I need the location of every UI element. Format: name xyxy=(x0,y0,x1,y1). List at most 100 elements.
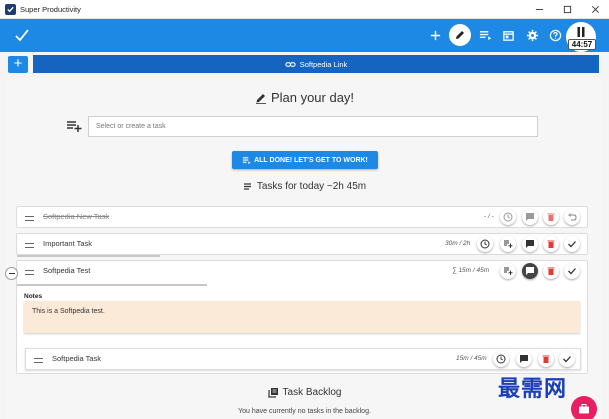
focus-mode-button[interactable] xyxy=(449,24,471,46)
drag-handle-icon[interactable] xyxy=(34,358,43,363)
main-content: Plan your day! Select or create a task A… xyxy=(5,78,603,419)
add-task-toolbar-button[interactable] xyxy=(428,28,442,42)
trash-icon xyxy=(547,240,555,248)
drag-handle-icon[interactable] xyxy=(25,270,34,275)
comment-icon xyxy=(526,267,534,275)
task-time: - / - xyxy=(484,213,494,220)
softpedia-link-bar[interactable]: Softpedia Link xyxy=(33,55,599,73)
task-row[interactable]: Important Task 30m / 2h xyxy=(16,233,588,257)
add-subtask-button[interactable] xyxy=(500,263,516,279)
start-working-label: ALL DONE! LET'S GET TO WORK! xyxy=(254,156,368,164)
delete-button[interactable] xyxy=(543,236,559,252)
backlog-empty-message: You have currently no tasks in the backl… xyxy=(238,408,371,415)
notes-button[interactable] xyxy=(522,236,538,252)
delete-button[interactable] xyxy=(543,209,559,225)
notes-button[interactable] xyxy=(522,209,538,225)
watermark-logo: 最需网 xyxy=(498,376,568,402)
task-title[interactable]: Softpedia New Task xyxy=(43,212,109,221)
timer-countdown: 44:57 xyxy=(568,39,596,50)
task-title[interactable]: Softpedia Test xyxy=(43,266,90,275)
trash-icon xyxy=(542,355,550,363)
maximize-button[interactable] xyxy=(553,0,581,19)
clock-icon xyxy=(503,212,513,222)
pencil-icon xyxy=(456,31,464,39)
backlog-title-text: Task Backlog xyxy=(282,387,342,398)
drag-handle-icon[interactable] xyxy=(25,216,34,221)
check-icon xyxy=(568,268,576,275)
pause-icon xyxy=(577,27,585,37)
mark-done-button[interactable] xyxy=(559,351,575,367)
playlist-add-icon xyxy=(504,267,513,275)
plan-heading: Plan your day! xyxy=(6,90,603,105)
gear-icon xyxy=(526,29,538,41)
notes-label: Notes xyxy=(24,293,43,300)
minimize-button[interactable] xyxy=(525,0,553,19)
link-icon xyxy=(285,61,296,67)
drag-handle-icon[interactable] xyxy=(25,243,34,248)
link-label: Softpedia Link xyxy=(299,59,348,69)
mark-done-button[interactable] xyxy=(564,236,580,252)
task-row-expanded[interactable]: Softpedia Test ∑ 15m / 45m Notes This is… xyxy=(5,260,588,374)
settings-button[interactable] xyxy=(525,28,539,42)
trash-icon xyxy=(547,213,555,221)
check-icon xyxy=(568,241,576,248)
plan-title-text: Plan your day! xyxy=(270,90,355,105)
task-progress-bar xyxy=(17,284,207,286)
add-task-input[interactable]: Select or create a task xyxy=(88,116,538,137)
calendar-button[interactable] xyxy=(501,28,515,42)
playlist-icon xyxy=(479,30,491,40)
pencil-icon xyxy=(255,93,266,104)
close-window-button[interactable] xyxy=(581,0,609,19)
mark-done-button[interactable] xyxy=(564,263,580,279)
today-title-text: Tasks for today ~2h 45m xyxy=(256,181,367,192)
playlist-icon xyxy=(242,156,251,164)
subtask-row[interactable]: Softpedia Task 15m / 45m xyxy=(25,348,581,370)
time-estimate-button[interactable] xyxy=(493,351,509,367)
subtask-title[interactable]: Softpedia Task xyxy=(52,354,101,363)
app-toolbar xyxy=(0,19,609,52)
clock-icon xyxy=(496,354,506,364)
time-estimate-button[interactable] xyxy=(477,236,493,252)
list-icon xyxy=(243,182,251,190)
comment-icon xyxy=(526,213,534,221)
comment-icon xyxy=(520,355,528,363)
briefcase-icon xyxy=(579,404,589,414)
window-titlebar: Super Productivity xyxy=(0,0,609,19)
add-project-button[interactable]: + xyxy=(8,56,28,73)
task-time: 30m / 2h xyxy=(445,240,471,247)
help-button[interactable] xyxy=(548,28,562,42)
add-icon xyxy=(430,30,440,40)
collapse-task-button[interactable] xyxy=(5,267,18,280)
window-title: Super Productivity xyxy=(20,4,81,14)
task-progress-bar xyxy=(17,255,160,257)
app-logo-icon xyxy=(5,3,16,15)
check-icon xyxy=(563,356,571,363)
notes-button[interactable] xyxy=(516,351,532,367)
start-working-button[interactable]: ALL DONE! LET'S GET TO WORK! xyxy=(232,151,378,169)
work-view-button[interactable] xyxy=(478,28,492,42)
comment-icon xyxy=(526,240,534,248)
task-row[interactable]: Softpedia New Task - / - xyxy=(16,206,588,228)
notes-textarea[interactable]: This is a Softpedia test. xyxy=(24,301,580,333)
clock-icon xyxy=(480,239,490,249)
playlist-add-icon xyxy=(504,240,513,248)
library-books-icon xyxy=(267,388,278,398)
minus-icon xyxy=(8,273,15,274)
trash-icon xyxy=(547,267,555,275)
add-subtask-button[interactable] xyxy=(500,236,516,252)
playlist-add-icon xyxy=(67,121,82,132)
delete-button[interactable] xyxy=(538,351,554,367)
today-heading: Tasks for today ~2h 45m xyxy=(6,181,603,192)
help-icon xyxy=(549,29,561,41)
floating-action-button[interactable] xyxy=(571,396,597,419)
notes-button-active[interactable] xyxy=(522,263,538,279)
app-check-logo-icon[interactable] xyxy=(14,27,30,43)
task-title[interactable]: Important Task xyxy=(43,239,92,248)
task-time: ∑ 15m / 45m xyxy=(452,267,490,274)
time-estimate-button[interactable] xyxy=(500,209,516,225)
calendar-icon xyxy=(502,30,514,41)
delete-button[interactable] xyxy=(543,263,559,279)
undo-done-button[interactable] xyxy=(564,209,580,225)
subtask-time: 15m / 45m xyxy=(456,355,487,362)
undo-icon xyxy=(568,213,577,221)
